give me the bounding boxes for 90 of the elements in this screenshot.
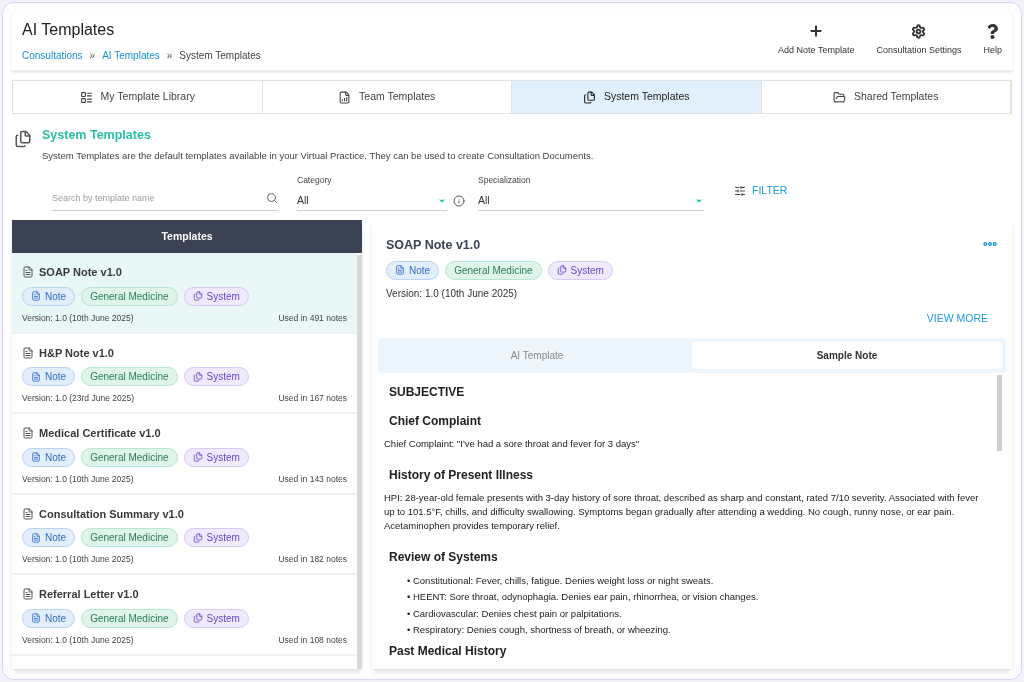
field-label: Specialization [478,174,532,187]
template-version: Version: 1.0 (10th June 2025) [22,311,134,325]
settings-icon [911,24,927,40]
note-list-item: • HEENT: Sore throat, odynophagia. Denies ear pain, rhinorrhea, or vision changes. [406,590,760,604]
usage-count: Used in 143 notes [278,472,347,486]
usage-count: Used in 167 notes [278,392,347,405]
note-paragraph: HPI: 28-year-old female presents with 3-day history of sore throat, described as sharp and constant, rated 7/10 severity. Associated with fever up to 101.5°F, chills, and difficulty swallowing. Symptoms began gradually after attending a wedding. No cough, runny nose, or ear pain. Acetaminophen provides temporary relief. [384,490,980,533]
tag: General Medicine [445,260,542,280]
tag: Note [386,260,440,280]
template-version: Version: 1.0 (10th June 2025) [22,633,134,647]
document-icon [22,266,34,279]
note-list-item: • Constitutional: Fever, chills, fatigue. Denies weight loss or night sweats. [406,573,715,588]
document-icon [22,427,34,440]
note-heading: History of Present Illness [388,466,535,484]
note-paragraph: Chief Complaint: "I've had a sore throat and fever for 3 days" [384,436,641,451]
breadcrumb-link[interactable]: AI Templates [102,48,160,63]
note-icon [31,291,41,301]
template-version: Version: 1.0 (10th June 2025) [22,553,134,566]
usage-count: Used in 108 notes [278,633,347,647]
help-icon [985,24,1001,40]
template-title: H&P Note v1.0 [39,345,114,361]
tag: System [547,260,613,280]
tag: General Medicine [81,608,178,628]
tag: System [183,447,249,467]
detail-version: Version: 1.0 (10th June 2025) [385,286,519,301]
note-list-item: • Respiratory: Denies cough, shortness of breath, or wheezing. [406,623,672,637]
template-list-item[interactable]: Consultation Summary v1.0 Note General Medicine System Version: 1.0 (10th June 2025) Used in 182 notes [12,494,357,575]
category-dropdown[interactable]: All [297,191,447,211]
note-icon [31,371,41,382]
note-heading: Past Medical History [388,642,508,660]
template-version: Version: 1.0 (23rd June 2025) [22,392,134,405]
toolbar-action[interactable]: Consultation Settings [876,24,962,58]
template-title: Referral Letter v1.0 [39,587,139,602]
tag: Note [22,367,76,386]
template-title: Consultation Summary v1.0 [39,506,184,522]
template-list-item[interactable]: SOAP Note v1.0 Note General Medicine System Version: 1.0 (10th June 2025) Used in 491 notes [12,253,357,334]
note-heading: Review of Systems [388,548,499,566]
tab[interactable]: Sample Note [692,341,1002,369]
template-title: SOAP Note v1.0 [39,265,122,280]
toolbar-action[interactable]: Help [983,24,1002,58]
template-list-item[interactable]: Referral Letter v1.0 Note General Medicine System Version: 1.0 (10th June 2025) Used in 108 notes [12,575,357,656]
document-icon [22,346,34,359]
breadcrumb-link[interactable]: Consultations [22,48,83,63]
templates-header: Templates [12,220,362,253]
tag: General Medicine [81,367,178,386]
toolbar-action[interactable]: Add Note Template [778,23,855,58]
breadcrumb-separator: » [89,49,96,63]
tag: System [183,528,249,547]
template-version: Version: 1.0 (10th June 2025) [22,472,134,486]
template-list-item[interactable]: Medical Certificate v1.0 Note General Medicine System Version: 1.0 (10th June 2025) Used in 143 notes [12,414,357,495]
note-icon [31,613,41,623]
tab-icon [338,90,352,104]
tab[interactable]: System Templates [512,81,762,113]
usage-count: Used in 491 notes [278,311,347,325]
tag: System [183,286,249,306]
section-description: System Templates are the default templates available in your Virtual Practice. They can be used to create Consultation Documents. [42,148,594,163]
tag: System [183,367,249,386]
specialization-dropdown[interactable]: All [478,191,704,211]
note-icon [395,265,405,276]
breadcrumb-current: System Templates [179,49,261,63]
usage-count: Used in 182 notes [278,553,347,566]
note-section-title: SUBJECTIVE [388,383,466,401]
tag: Note [22,447,76,467]
tag: Note [22,286,76,306]
document-icon [22,507,34,520]
tab-icon [833,90,846,104]
tag: Note [22,528,76,547]
note-icon [31,452,41,462]
search-field[interactable]: Search by template name [52,185,252,210]
info-icon[interactable] [453,195,465,207]
tag: General Medicine [81,528,178,547]
detail-title: SOAP Note v1.0 [386,237,481,254]
field-label: Category [297,174,333,187]
note-list-item: • Cardiovascular: Denies chest pain or palpitations. [406,606,623,621]
tab-icon [582,90,596,104]
document-icon [22,588,34,601]
page-title: AI Templates [22,20,116,40]
tag: System [183,608,249,628]
note-icon [31,532,41,543]
tab-icon [79,90,93,104]
tag: General Medicine [81,286,178,306]
template-list-item[interactable]: H&P Note v1.0 Note General Medicine System Version: 1.0 (23rd June 2025) Used in 167 notes [12,333,357,414]
sliders-icon [734,185,746,198]
tag: General Medicine [81,447,178,467]
breadcrumb-separator: » [166,49,173,63]
template-title: Medical Certificate v1.0 [39,426,161,441]
section-title: System Templates [42,127,152,144]
note-heading: Chief Complaint [388,412,482,430]
tag: Note [22,608,76,628]
search-icon [266,191,278,204]
